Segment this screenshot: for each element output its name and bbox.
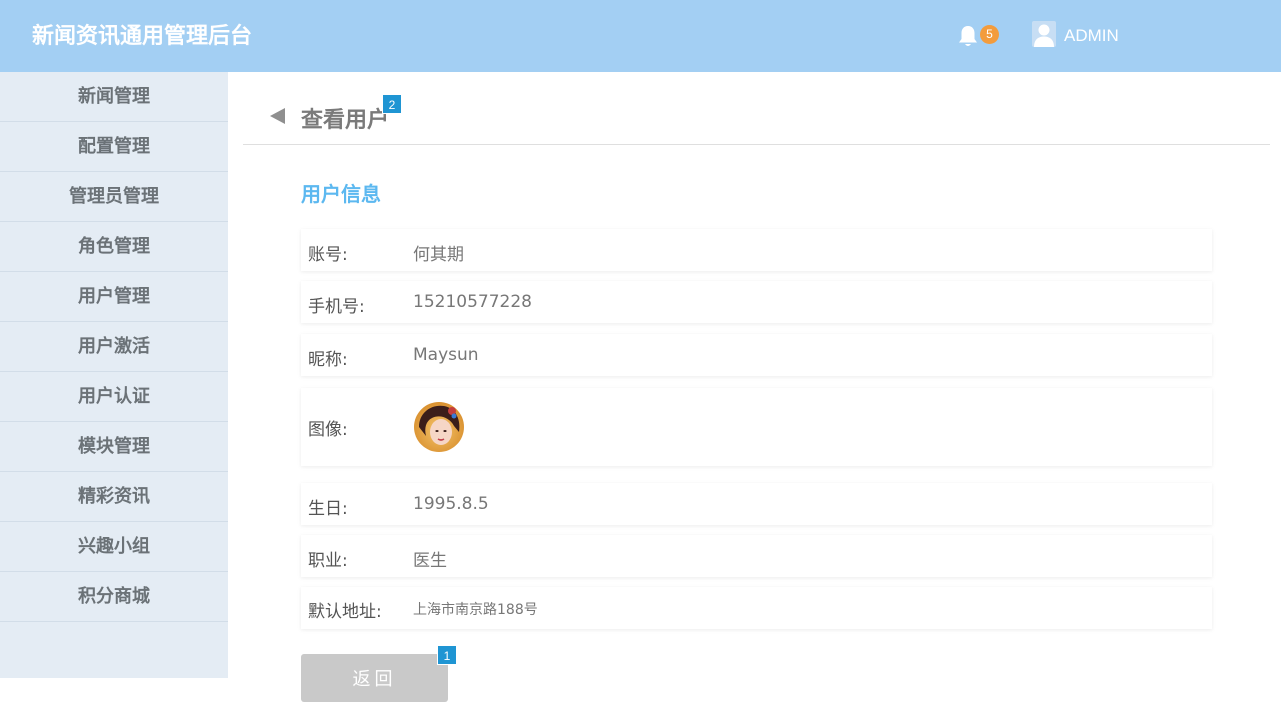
user-avatar-image bbox=[414, 402, 464, 452]
nickname-label: 昵称: bbox=[308, 350, 348, 370]
button-tag: 1 bbox=[437, 645, 457, 665]
sidebar-item-roles[interactable]: 角色管理 bbox=[0, 222, 228, 272]
address-value: 上海市南京路188号 bbox=[413, 602, 538, 618]
nickname-row: 昵称: Maysun bbox=[301, 334, 1212, 376]
nickname-value: Maysun bbox=[413, 345, 479, 365]
account-value: 何其期 bbox=[413, 245, 464, 265]
sidebar-item-user-activation[interactable]: 用户激活 bbox=[0, 322, 228, 372]
notification-badge: 5 bbox=[980, 25, 999, 44]
occupation-row: 职业: 医生 bbox=[301, 535, 1212, 577]
phone-label: 手机号: bbox=[308, 297, 365, 317]
user-icon[interactable] bbox=[1032, 21, 1056, 47]
back-arrow-icon[interactable] bbox=[270, 108, 285, 124]
address-row: 默认地址: 上海市南京路188号 bbox=[301, 587, 1212, 629]
app-title: 新闻资讯通用管理后台 bbox=[32, 24, 253, 49]
bell-icon[interactable] bbox=[957, 24, 979, 48]
title-tag: 2 bbox=[382, 94, 402, 114]
occupation-label: 职业: bbox=[308, 551, 348, 571]
page-title: 查看用户 bbox=[301, 108, 390, 133]
account-row: 账号: 何其期 bbox=[301, 229, 1212, 271]
user-name[interactable]: ADMIN bbox=[1064, 26, 1119, 46]
avatar-row: 图像: bbox=[301, 388, 1212, 466]
sidebar-item-users[interactable]: 用户管理 bbox=[0, 272, 228, 322]
address-label: 默认地址: bbox=[308, 602, 382, 622]
occupation-value: 医生 bbox=[413, 551, 447, 571]
back-button[interactable]: 返回 bbox=[301, 654, 448, 702]
sidebar-item-news[interactable]: 新闻管理 bbox=[0, 72, 228, 122]
sidebar-item-user-verification[interactable]: 用户认证 bbox=[0, 372, 228, 422]
sidebar-item-admins[interactable]: 管理员管理 bbox=[0, 172, 228, 222]
divider bbox=[243, 144, 1270, 145]
section-title: 用户信息 bbox=[301, 182, 381, 206]
birthday-value: 1995.8.5 bbox=[413, 494, 489, 514]
sidebar-item-modules[interactable]: 模块管理 bbox=[0, 422, 228, 472]
top-bar: 新闻资讯通用管理后台 5 ADMIN bbox=[0, 0, 1281, 72]
birthday-label: 生日: bbox=[308, 499, 348, 519]
sidebar: 新闻管理 配置管理 管理员管理 角色管理 用户管理 用户激活 用户认证 模块管理… bbox=[0, 72, 228, 678]
birthday-row: 生日: 1995.8.5 bbox=[301, 483, 1212, 525]
avatar-label: 图像: bbox=[308, 420, 348, 440]
sidebar-item-featured-news[interactable]: 精彩资讯 bbox=[0, 472, 228, 522]
phone-value: 15210577228 bbox=[413, 292, 532, 312]
sidebar-item-config[interactable]: 配置管理 bbox=[0, 122, 228, 172]
sidebar-item-interest-groups[interactable]: 兴趣小组 bbox=[0, 522, 228, 572]
sidebar-item-points-mall[interactable]: 积分商城 bbox=[0, 572, 228, 622]
phone-row: 手机号: 15210577228 bbox=[301, 281, 1212, 323]
account-label: 账号: bbox=[308, 245, 348, 265]
